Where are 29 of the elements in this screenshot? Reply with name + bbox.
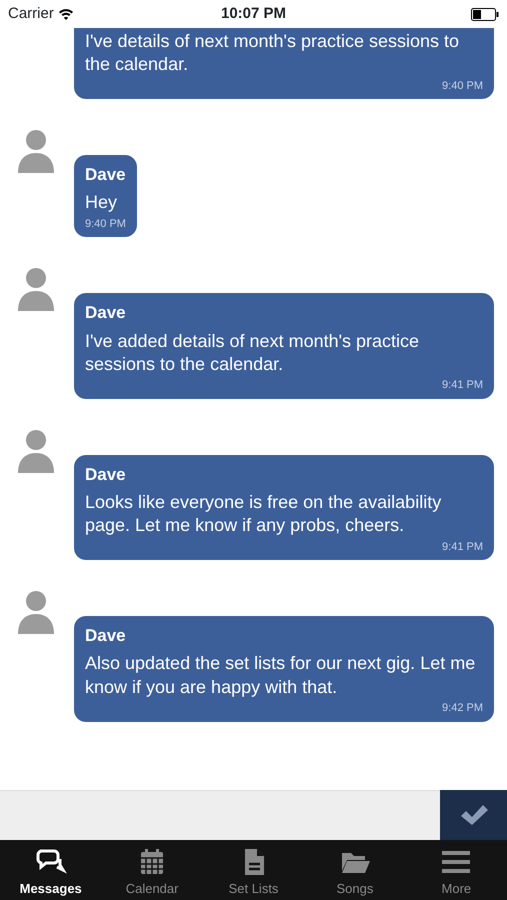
wifi-icon [58,8,74,20]
message-time: 9:41 PM [441,540,483,554]
carrier-label: Carrier [8,4,54,24]
tab[interactable]: Messages [0,840,102,900]
message-text: I've details of next month's practice sessions to the calendar. [85,30,460,76]
checkmark-icon [458,803,488,827]
avatar-icon [16,588,56,634]
message-time: 9:42 PM [441,701,483,716]
sender-name: Dave [85,626,126,646]
status-time: 10:07 PM [220,4,286,24]
sender-name: Dave [85,165,126,186]
message-input[interactable] [0,790,440,840]
tab[interactable]: Calendar [101,840,203,900]
sender-name: Dave [85,464,126,486]
sender-name: Dave [85,303,126,324]
battery-icon [471,8,499,20]
avatar-icon [16,127,56,174]
message-time: 9:40 PM [441,78,483,94]
message-text: Also updated the set lists for our next gig. Let me know if you are happy with that. [85,652,476,699]
send-button[interactable] [440,790,507,840]
avatar-icon [16,265,56,312]
message-time: 9:41 PM [441,378,483,393]
tab[interactable]: Songs [304,840,406,900]
message-time: 9:40 PM [85,216,126,232]
tab[interactable]: Set Lists [202,840,304,900]
message-text: Looks like everyone is free on the availability page. Let me know if any probs, cheers. [85,491,442,538]
message-text: I've added details of next month's practice sessions to the calendar. [85,330,420,376]
tab[interactable]: More [406,840,507,900]
message-text: Hey [85,191,118,214]
